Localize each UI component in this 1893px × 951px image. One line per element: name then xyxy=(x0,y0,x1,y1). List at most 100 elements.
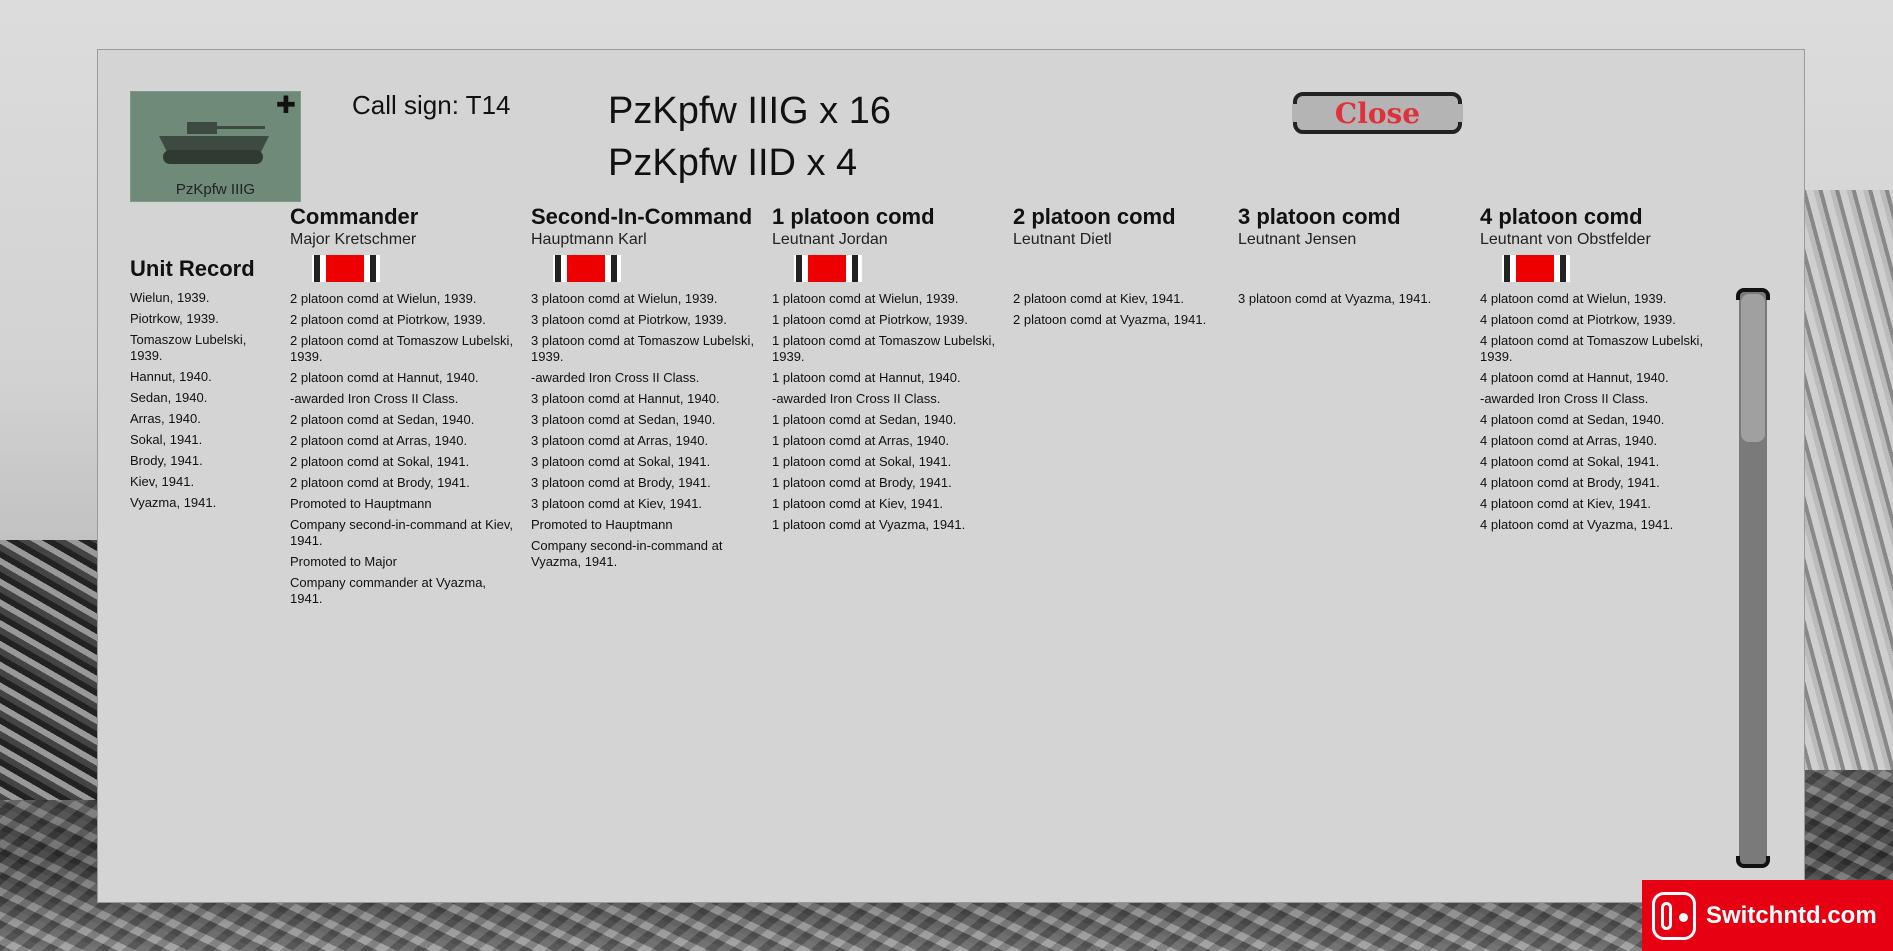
list-item: 2 platoon comd at Sokal, 1941. xyxy=(290,454,470,469)
officer-title: 2 platoon comd xyxy=(1013,204,1176,229)
officer-column-3-platoon: 3 platoon comd Leutnant Jensen 3 platoon… xyxy=(1238,204,1468,312)
iron-cross-ribbon-icon xyxy=(553,255,621,282)
officer-title: 4 platoon comd xyxy=(1480,204,1643,229)
close-button[interactable]: Close xyxy=(1292,92,1463,134)
officer-name: Leutnant von Obstfelder xyxy=(1480,231,1651,248)
watermark-text: Switchntd.com xyxy=(1706,901,1877,929)
tank-icon xyxy=(159,122,269,164)
list-item: 3 platoon comd at Tomaszow Lubelski, 193… xyxy=(531,333,755,364)
list-item: 4 platoon comd at Kiev, 1941. xyxy=(1480,496,1652,511)
list-item: Promoted to Major xyxy=(290,554,397,569)
list-item: Tomaszow Lubelski, 1939. xyxy=(130,332,247,363)
list-item: 4 platoon comd at Vyazma, 1941. xyxy=(1480,517,1674,532)
list-item: 3 platoon comd at Arras, 1940. xyxy=(531,433,709,448)
list-item: 2 platoon comd at Vyazma, 1941. xyxy=(1013,312,1207,327)
list-item: 1 platoon comd at Brody, 1941. xyxy=(772,475,952,490)
list-item: 1 platoon comd at Hannut, 1940. xyxy=(772,370,961,385)
unit-composition-line: PzKpfw IIIG x 16 xyxy=(608,90,891,132)
list-item: 1 platoon comd at Piotrkow, 1939. xyxy=(772,312,968,327)
officer-column-2-platoon: 2 platoon comd Leutnant Dietl 2 platoon … xyxy=(1013,204,1228,333)
unit-record-panel: ✚ PzKpfw IIIG Call sign: T14 PzKpfw IIIG… xyxy=(97,49,1805,903)
list-item: 3 platoon comd at Hannut, 1940. xyxy=(531,391,720,406)
list-item: 3 platoon comd at Kiev, 1941. xyxy=(531,496,703,511)
list-item: 2 platoon comd at Brody, 1941. xyxy=(290,475,470,490)
unit-composition-line: PzKpfw IID x 4 xyxy=(608,142,858,184)
officer-title: Second-In-Command xyxy=(531,204,753,229)
list-item: 2 platoon comd at Sedan, 1940. xyxy=(290,412,475,427)
list-item: 1 platoon comd at Vyazma, 1941. xyxy=(772,517,966,532)
list-item: 1 platoon comd at Sokal, 1941. xyxy=(772,454,952,469)
list-item: Wielun, 1939. xyxy=(130,290,210,305)
list-item: Company commander at Vyazma, 1941. xyxy=(290,575,487,606)
list-item: 3 platoon comd at Vyazma, 1941. xyxy=(1238,291,1432,306)
list-item: 2 platoon comd at Kiev, 1941. xyxy=(1013,291,1185,306)
officer-record: 2 platoon comd at Wielun, 1939. 2 platoo… xyxy=(290,291,520,607)
officer-record: 3 platoon comd at Wielun, 1939. 3 platoo… xyxy=(531,291,761,570)
list-item: 1 platoon comd at Tomaszow Lubelski, 193… xyxy=(772,333,996,364)
switch-logo-icon xyxy=(1652,891,1696,940)
officer-name: Hauptmann Karl xyxy=(531,231,647,248)
officer-title: 3 platoon comd xyxy=(1238,204,1401,229)
iron-cross-ribbon-icon xyxy=(1502,255,1570,282)
officer-column-1-platoon: 1 platoon comd Leutnant Jordan 1 platoon… xyxy=(772,204,1002,538)
unit-record-title: Unit Record xyxy=(130,256,255,281)
list-item: 4 platoon comd at Brody, 1941. xyxy=(1480,475,1660,490)
list-item: 1 platoon comd at Kiev, 1941. xyxy=(772,496,944,511)
list-item: 3 platoon comd at Sedan, 1940. xyxy=(531,412,716,427)
list-item: Sokal, 1941. xyxy=(130,432,203,447)
scrollbar-thumb[interactable] xyxy=(1741,294,1765,442)
list-item: -awarded Iron Cross II Class. xyxy=(772,391,941,406)
list-item: 1 platoon comd at Sedan, 1940. xyxy=(772,412,957,427)
list-item: Company second-in-command at Vyazma, 194… xyxy=(531,538,723,569)
list-item: -awarded Iron Cross II Class. xyxy=(531,370,700,385)
unit-image-label: PzKpfw IIIG xyxy=(175,181,256,198)
list-item: -awarded Iron Cross II Class. xyxy=(290,391,459,406)
officer-record: 1 platoon comd at Wielun, 1939. 1 platoo… xyxy=(772,291,1002,533)
list-item: 4 platoon comd at Hannut, 1940. xyxy=(1480,370,1669,385)
officer-record: 2 platoon comd at Kiev, 1941. 2 platoon … xyxy=(1013,291,1228,328)
list-item: Promoted to Hauptmann xyxy=(531,517,673,532)
list-item: 2 platoon comd at Arras, 1940. xyxy=(290,433,468,448)
list-item: 3 platoon comd at Sokal, 1941. xyxy=(531,454,711,469)
iron-cross-ribbon-icon xyxy=(312,255,380,282)
officer-name: Leutnant Jordan xyxy=(772,231,888,248)
list-item: 4 platoon comd at Wielun, 1939. xyxy=(1480,291,1667,306)
officer-name: Leutnant Dietl xyxy=(1013,231,1112,248)
officer-column-4-platoon: 4 platoon comd Leutnant von Obstfelder 4… xyxy=(1480,204,1715,538)
officer-title: Commander xyxy=(290,204,419,229)
list-item: Hannut, 1940. xyxy=(130,369,212,384)
list-item: 4 platoon comd at Piotrkow, 1939. xyxy=(1480,312,1676,327)
list-item: Company second-in-command at Kiev, 1941. xyxy=(290,517,514,548)
list-item: Kiev, 1941. xyxy=(130,474,195,489)
officer-column-second-in-command: Second-In-Command Hauptmann Karl 3 plato… xyxy=(531,204,761,575)
officer-name: Major Kretschmer xyxy=(290,231,417,248)
list-item: 2 platoon comd at Hannut, 1940. xyxy=(290,370,479,385)
list-item: 4 platoon comd at Arras, 1940. xyxy=(1480,433,1658,448)
list-item: 1 platoon comd at Arras, 1940. xyxy=(772,433,950,448)
list-item: 3 platoon comd at Wielun, 1939. xyxy=(531,291,718,306)
list-item: Brody, 1941. xyxy=(130,453,203,468)
unit-record-list: Wielun, 1939. Piotrkow, 1939. Tomaszow L… xyxy=(130,290,270,516)
background-grass-right xyxy=(1803,190,1893,770)
background-grass-left xyxy=(0,540,100,800)
list-item: -awarded Iron Cross II Class. xyxy=(1480,391,1649,406)
list-item: Piotrkow, 1939. xyxy=(130,311,219,326)
vertical-scrollbar[interactable] xyxy=(1736,288,1770,868)
list-item: 3 platoon comd at Brody, 1941. xyxy=(531,475,711,490)
officer-name: Leutnant Jensen xyxy=(1238,231,1357,248)
list-item: 3 platoon comd at Piotrkow, 1939. xyxy=(531,312,727,327)
list-item: 4 platoon comd at Sokal, 1941. xyxy=(1480,454,1660,469)
list-item: 4 platoon comd at Tomaszow Lubelski, 193… xyxy=(1480,333,1704,364)
list-item: 4 platoon comd at Sedan, 1940. xyxy=(1480,412,1665,427)
list-item: 2 platoon comd at Piotrkow, 1939. xyxy=(290,312,486,327)
site-watermark: Switchntd.com xyxy=(1642,880,1893,951)
list-item: 2 platoon comd at Wielun, 1939. xyxy=(290,291,477,306)
list-item: 2 platoon comd at Tomaszow Lubelski, 193… xyxy=(290,333,514,364)
list-item: Arras, 1940. xyxy=(130,411,201,426)
list-item: 1 platoon comd at Wielun, 1939. xyxy=(772,291,959,306)
unit-image: ✚ PzKpfw IIIG xyxy=(130,91,301,202)
iron-cross-ribbon-icon xyxy=(794,255,862,282)
list-item: Promoted to Hauptmann xyxy=(290,496,432,511)
officer-column-commander: Commander Major Kretschmer 2 platoon com… xyxy=(290,204,520,612)
call-sign: Call sign: T14 xyxy=(352,90,511,120)
